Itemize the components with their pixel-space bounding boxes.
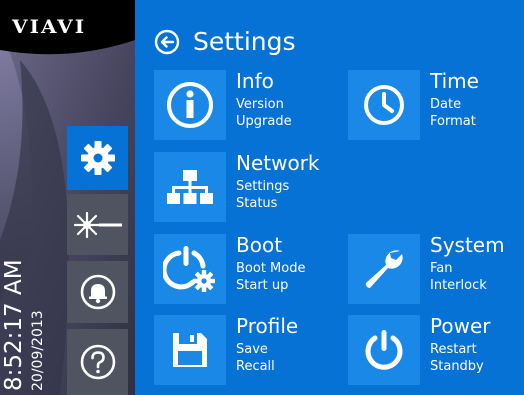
tile-title: Network [236,151,320,175]
tile-info[interactable]: Info Version Upgrade [154,70,344,140]
boot-gear-icon [163,246,215,292]
header: Settings [153,26,296,58]
tile-subtitle: Upgrade [236,114,292,129]
tile-title: Time [430,69,479,93]
viavi-logo: VIAVI [12,16,87,38]
network-icon [167,170,213,204]
tile-profile[interactable]: Profile Save Recall [154,315,344,385]
tile-time[interactable]: Time Date Format [348,70,520,140]
left-rail: VIAVI 8:52:17 AM 20/09/2013 [0,0,135,395]
tile-subtitle: Interlock [430,278,487,293]
tile-boot[interactable]: Boot Boot Mode Start up [154,234,344,304]
tile-subtitle: Status [236,196,278,211]
settings-panel: Settings Info Version Upgrade Time Date … [135,0,524,395]
tile-icon-box [154,152,226,222]
tile-power[interactable]: Power Restart Standby [348,315,520,385]
bell-icon [80,274,115,310]
tile-icon-box [348,315,420,385]
tile-subtitle: Fan [430,261,453,276]
tile-subtitle: Date [430,97,462,112]
clock-icon [364,85,404,125]
tile-subtitle: Recall [236,359,275,374]
tile-network[interactable]: Network Settings Status [154,152,344,222]
tile-icon-box [154,234,226,304]
tile-subtitle: Standby [430,359,484,374]
rail-button-laser[interactable] [67,194,128,255]
tile-icon-box [154,315,226,385]
info-icon [167,82,213,128]
power-icon [365,330,403,370]
rail-button-settings[interactable] [67,126,128,190]
rail-button-help[interactable] [67,329,128,395]
clock-time: 8:52:17 AM [1,259,27,391]
tile-subtitle: Version [236,97,284,112]
tile-title: System [430,233,505,257]
tile-icon-box [348,70,420,140]
page-title: Settings [193,27,296,56]
tile-title: Power [430,314,491,338]
tile-icon-box [154,70,226,140]
tile-title: Info [236,69,274,93]
question-icon [80,344,115,380]
tile-subtitle: Settings [236,179,290,194]
tile-title: Profile [236,314,299,338]
clock-date: 20/09/2013 [30,310,46,391]
floppy-disk-icon [173,333,207,367]
back-arrow-icon [154,29,179,55]
tile-subtitle: Restart [430,342,477,357]
wrench-icon [365,250,403,289]
tile-icon-box [348,234,420,304]
back-button[interactable] [153,29,180,56]
laser-icon [73,211,122,238]
tile-title: Boot [236,233,283,257]
clock: 8:52:17 AM 20/09/2013 [0,255,60,395]
tile-subtitle: Start up [236,278,289,293]
tile-subtitle: Boot Mode [236,261,306,276]
tile-subtitle: Save [236,342,268,357]
tile-system[interactable]: System Fan Interlock [348,234,520,304]
gear-icon [80,141,115,175]
tile-subtitle: Format [430,114,476,129]
rail-button-alarm[interactable] [67,261,128,323]
